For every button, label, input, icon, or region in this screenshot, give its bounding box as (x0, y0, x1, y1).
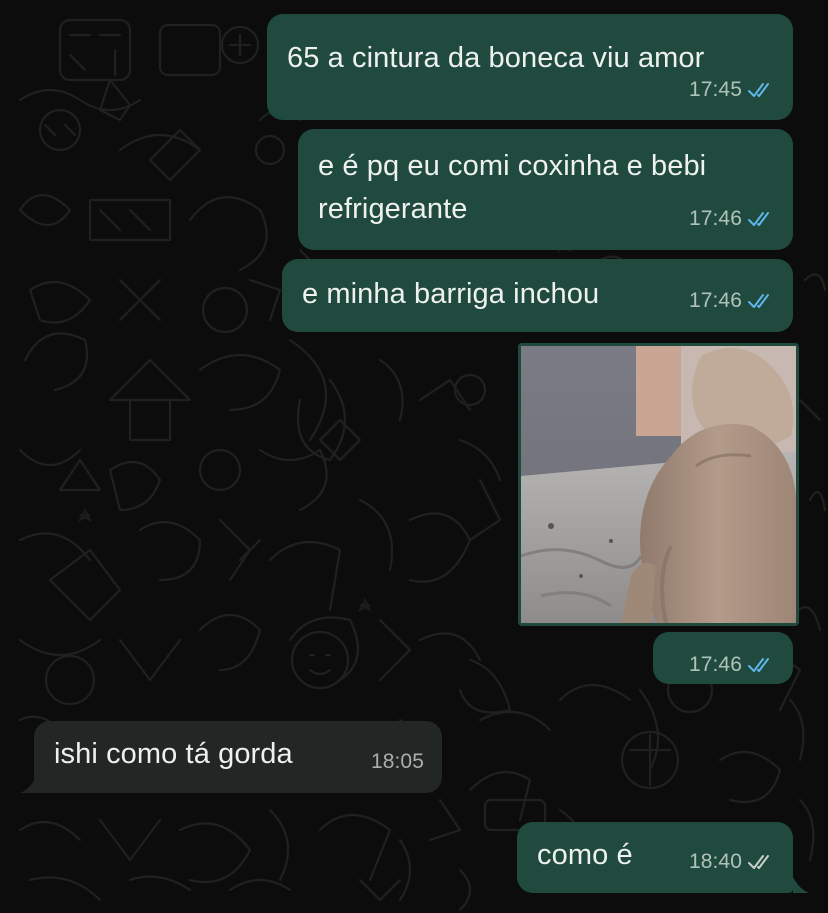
message-meta: 17:46 (689, 643, 775, 686)
message-meta: 17:45 (689, 68, 775, 111)
message-text-line-1: e é pq eu comi coxinha e bebi (318, 150, 707, 182)
outgoing-message[interactable]: e minha barriga inchou 17:46 (282, 259, 793, 332)
message-time: 18:40 (688, 850, 742, 873)
outgoing-message[interactable]: como é 18:40 (517, 822, 793, 893)
message-time: 18:05 (370, 750, 424, 773)
double-check-blue-icon (748, 657, 769, 672)
message-time: 17:46 (688, 653, 742, 676)
message-meta: 18:40 (689, 840, 775, 883)
outgoing-message[interactable]: e é pq eu comi coxinha e bebi refrigeran… (298, 129, 793, 250)
image-caption-meta: 17:46 (653, 632, 793, 684)
double-check-blue-icon (748, 293, 769, 308)
message-time: 17:46 (688, 289, 742, 312)
chat-area[interactable]: 65 a cintura da boneca viu amor 17:45 e … (0, 0, 828, 913)
double-check-blue-icon (748, 211, 769, 226)
message-meta: 17:46 (689, 197, 775, 240)
incoming-bubble-tail (20, 777, 36, 793)
double-check-blue-icon (748, 82, 769, 97)
image-message[interactable] (518, 343, 799, 626)
message-text-line-2: refrigerante (318, 193, 468, 225)
message-meta: 18:05 (371, 740, 424, 783)
message-text: ishi como tá gorda (54, 738, 293, 770)
incoming-message[interactable]: ishi como tá gorda 18:05 (34, 721, 442, 793)
message-text: 65 a cintura da boneca viu amor (287, 42, 705, 74)
photo-thumbnail[interactable] (521, 346, 796, 623)
message-text: e minha barriga inchou (302, 278, 600, 310)
double-check-grey-icon (748, 854, 769, 869)
outgoing-bubble-tail (793, 877, 809, 893)
message-time: 17:46 (688, 207, 742, 230)
message-text: como é (537, 839, 633, 871)
outgoing-message[interactable]: 65 a cintura da boneca viu amor 17:45 (267, 14, 793, 120)
message-time: 17:45 (688, 78, 742, 101)
message-meta: 17:46 (689, 279, 775, 322)
